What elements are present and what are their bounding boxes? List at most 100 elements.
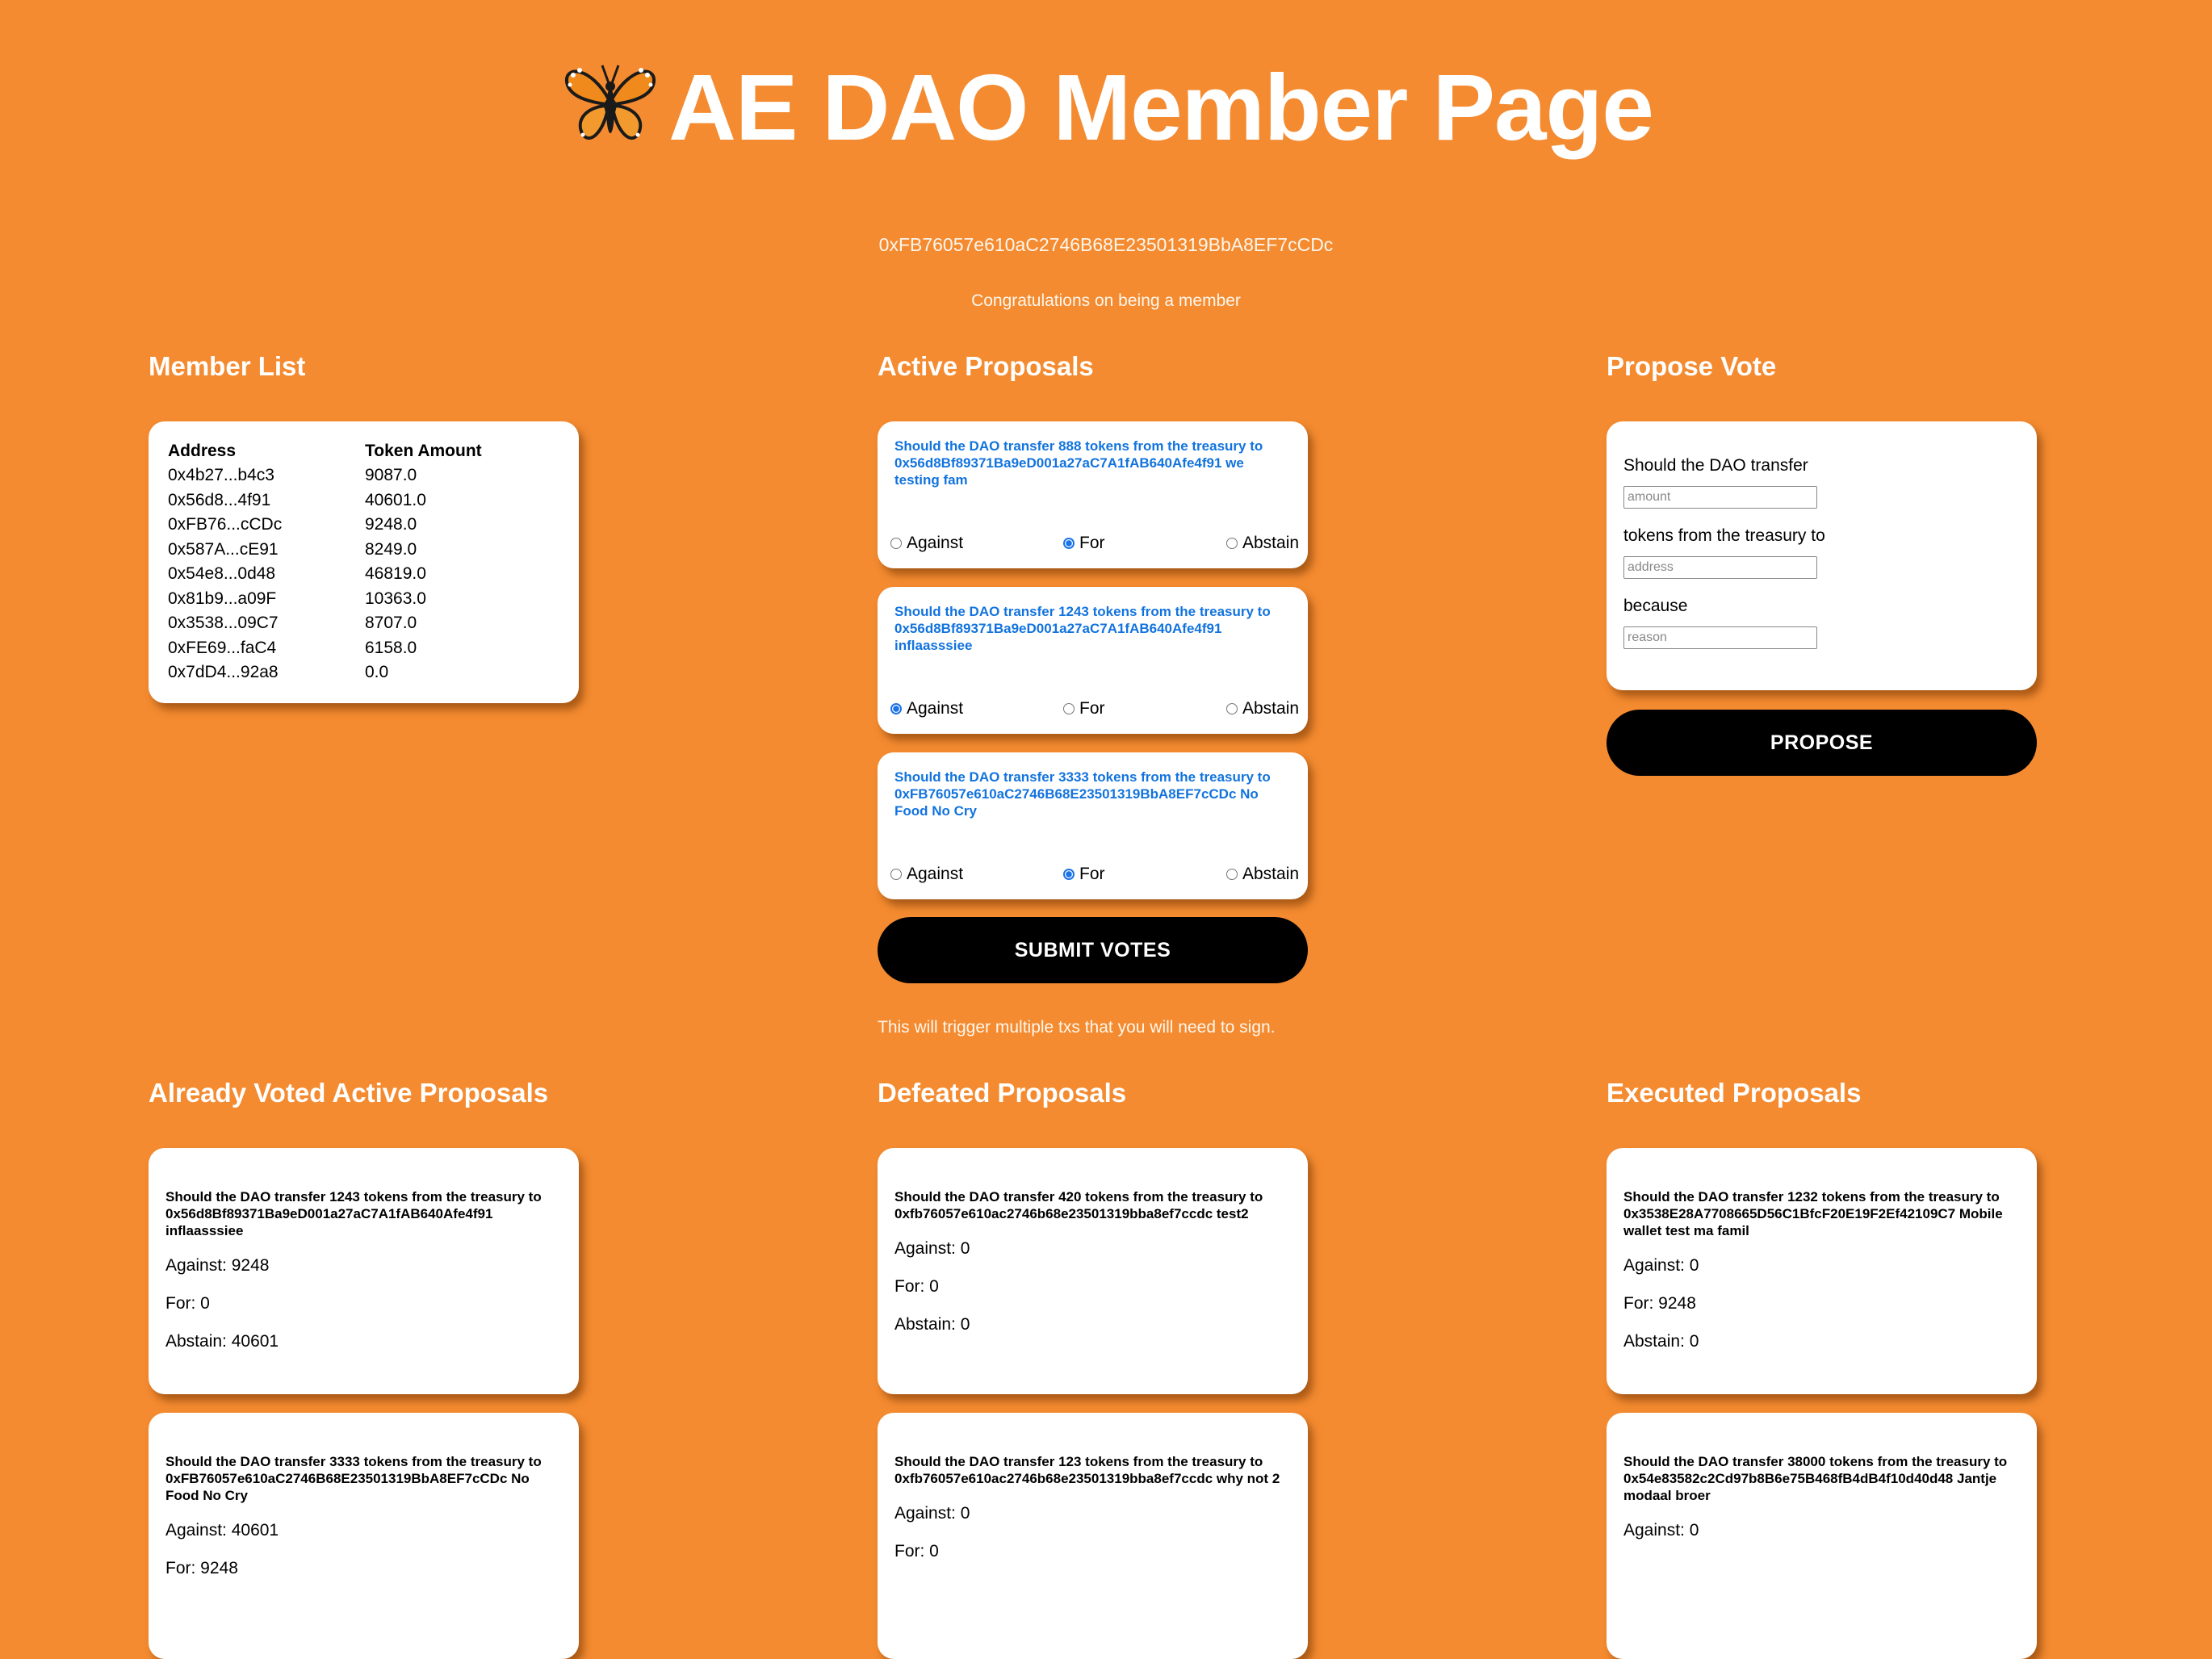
radio-button[interactable] [1226, 703, 1238, 714]
table-row: 0x54e8...0d48 46819.0 [168, 562, 559, 587]
vote-option-label: Against [907, 865, 964, 883]
column-header-token-amount: Token Amount [365, 442, 482, 460]
member-list-title: Member List [149, 351, 306, 381]
propose-button[interactable]: PROPOSE [1607, 710, 2037, 776]
against-count: Against: 40601 [165, 1521, 279, 1540]
page-title: AE DAO Member Page [0, 47, 2212, 168]
member-tokens: 8249.0 [365, 539, 417, 559]
against-count: Against: 9248 [165, 1256, 270, 1275]
propose-vote-title: Propose Vote [1607, 351, 1777, 381]
vote-option-label: For [1079, 699, 1105, 718]
for-count: For: 9248 [165, 1559, 238, 1577]
member-address: 0x56d8...4f91 [168, 490, 271, 509]
congrats-message: Congratulations on being a member [971, 291, 1241, 310]
executed-proposal-card: Should the DAO transfer 1232 tokens from… [1607, 1148, 2037, 1394]
column-header-address: Address [168, 442, 237, 460]
vote-options: Against For Abstain [890, 862, 1299, 886]
proposal-text: Should the DAO transfer 1243 tokens from… [165, 1189, 542, 1238]
table-row: 0x3538...09C7 8707.0 [168, 611, 559, 636]
for-count: For: 0 [894, 1542, 939, 1561]
member-tokens: 40601.0 [365, 490, 426, 509]
member-address: 0xFB76...cCDc [168, 515, 283, 534]
butterfly-icon [565, 65, 656, 140]
vote-option-label: Abstain [1242, 534, 1300, 552]
radio-button-selected[interactable] [1063, 869, 1075, 880]
proposal-text: Should the DAO transfer 3333 tokens from… [165, 1454, 542, 1503]
member-tokens: 10363.0 [365, 589, 426, 608]
wallet-address: 0xFB76057e610aC2746B68E23501319BbA8EF7cC… [878, 234, 1334, 255]
proposal-text: Should the DAO transfer 123 tokens from … [894, 1454, 1280, 1486]
active-proposal-card: Should the DAO transfer 1243 tokens from… [878, 587, 1308, 734]
proposal-text: Should the DAO transfer 888 tokens from … [894, 438, 1263, 488]
abstain-count: Abstain: 0 [894, 1315, 970, 1334]
vote-option-abstain[interactable]: Abstain [1226, 862, 1299, 886]
member-table-header: Address Token Amount [168, 439, 559, 463]
table-row: 0x587A...cE91 8249.0 [168, 538, 559, 563]
vote-option-label: For [1079, 534, 1105, 552]
member-tokens: 9248.0 [365, 515, 417, 534]
proposal-text: Should the DAO transfer 1243 tokens from… [894, 604, 1271, 653]
member-table: Address Token Amount 0x4b27...b4c3 9087.0… [168, 439, 559, 685]
propose-label-because: because [1623, 597, 1688, 615]
for-count: For: 0 [165, 1294, 210, 1313]
member-address: 0x54e8...0d48 [168, 564, 276, 583]
vote-options: Against For Abstain [890, 531, 1299, 555]
propose-label-transfer: Should the DAO transfer [1623, 456, 1808, 475]
member-tokens: 8707.0 [365, 614, 417, 632]
vote-option-for[interactable]: For [1063, 697, 1105, 721]
abstain-count: Abstain: 0 [1623, 1332, 1699, 1351]
against-count: Against: 0 [1623, 1521, 1699, 1540]
table-row: 0x81b9...a09F 10363.0 [168, 587, 559, 612]
vote-option-label: Abstain [1242, 699, 1300, 718]
address-input[interactable] [1623, 556, 1817, 579]
active-proposal-card: Should the DAO transfer 888 tokens from … [878, 421, 1308, 568]
against-count: Against: 0 [894, 1239, 970, 1258]
radio-button-selected[interactable] [1063, 538, 1075, 549]
executed-proposals-title: Executed Proposals [1607, 1078, 1862, 1108]
member-address: 0x4b27...b4c3 [168, 466, 274, 484]
reason-input[interactable] [1623, 626, 1817, 649]
submit-votes-button[interactable]: SUBMIT VOTES [878, 917, 1308, 983]
vote-option-for[interactable]: For [1063, 531, 1105, 555]
page-title-text: AE DAO Member Page [668, 55, 1654, 160]
member-tokens: 46819.0 [365, 564, 426, 583]
voted-proposal-card: Should the DAO transfer 3333 tokens from… [149, 1413, 579, 1659]
member-list-card: Address Token Amount 0x4b27...b4c3 9087.0… [149, 421, 579, 703]
page: AE DAO Member Page 0xFB76057e610aC2746B6… [0, 0, 2212, 1659]
vote-option-abstain[interactable]: Abstain [1226, 531, 1299, 555]
vote-option-for[interactable]: For [1063, 862, 1105, 886]
vote-option-against[interactable]: Against [890, 531, 963, 555]
defeated-proposal-card: Should the DAO transfer 123 tokens from … [878, 1413, 1308, 1659]
table-row: 0xFB76...cCDc 9248.0 [168, 513, 559, 538]
table-row: 0xFE69...faC4 6158.0 [168, 636, 559, 661]
for-count: For: 9248 [1623, 1294, 1696, 1313]
vote-option-label: Abstain [1242, 865, 1300, 883]
vote-option-label: Against [907, 699, 964, 718]
member-address: 0x587A...cE91 [168, 539, 279, 559]
vote-option-label: For [1079, 865, 1105, 883]
radio-button[interactable] [890, 869, 902, 880]
propose-label-treasury: tokens from the treasury to [1623, 526, 1825, 545]
vote-option-abstain[interactable]: Abstain [1226, 697, 1299, 721]
member-address: 0x81b9...a09F [168, 589, 277, 608]
against-count: Against: 0 [894, 1504, 970, 1523]
active-proposal-card: Should the DAO transfer 3333 tokens from… [878, 752, 1308, 899]
vote-option-against[interactable]: Against [890, 862, 963, 886]
voted-proposal-card: Should the DAO transfer 1243 tokens from… [149, 1148, 579, 1394]
defeated-proposals-title: Defeated Proposals [878, 1078, 1127, 1108]
radio-button[interactable] [1226, 869, 1238, 880]
member-tokens: 9087.0 [365, 466, 417, 484]
proposal-text: Should the DAO transfer 3333 tokens from… [894, 769, 1271, 819]
member-address: 0xFE69...faC4 [168, 638, 277, 657]
vote-option-against[interactable]: Against [890, 697, 963, 721]
vote-option-label: Against [907, 534, 964, 552]
against-count: Against: 0 [1623, 1256, 1699, 1275]
radio-button[interactable] [1063, 703, 1075, 714]
already-voted-title: Already Voted Active Proposals [149, 1078, 549, 1108]
table-row: 0x7dD4...92a8 0.0 [168, 660, 559, 685]
radio-button[interactable] [890, 538, 902, 549]
radio-button-selected[interactable] [890, 703, 902, 714]
member-tokens: 0.0 [365, 663, 389, 681]
radio-button[interactable] [1226, 538, 1238, 549]
amount-input[interactable] [1623, 486, 1817, 509]
